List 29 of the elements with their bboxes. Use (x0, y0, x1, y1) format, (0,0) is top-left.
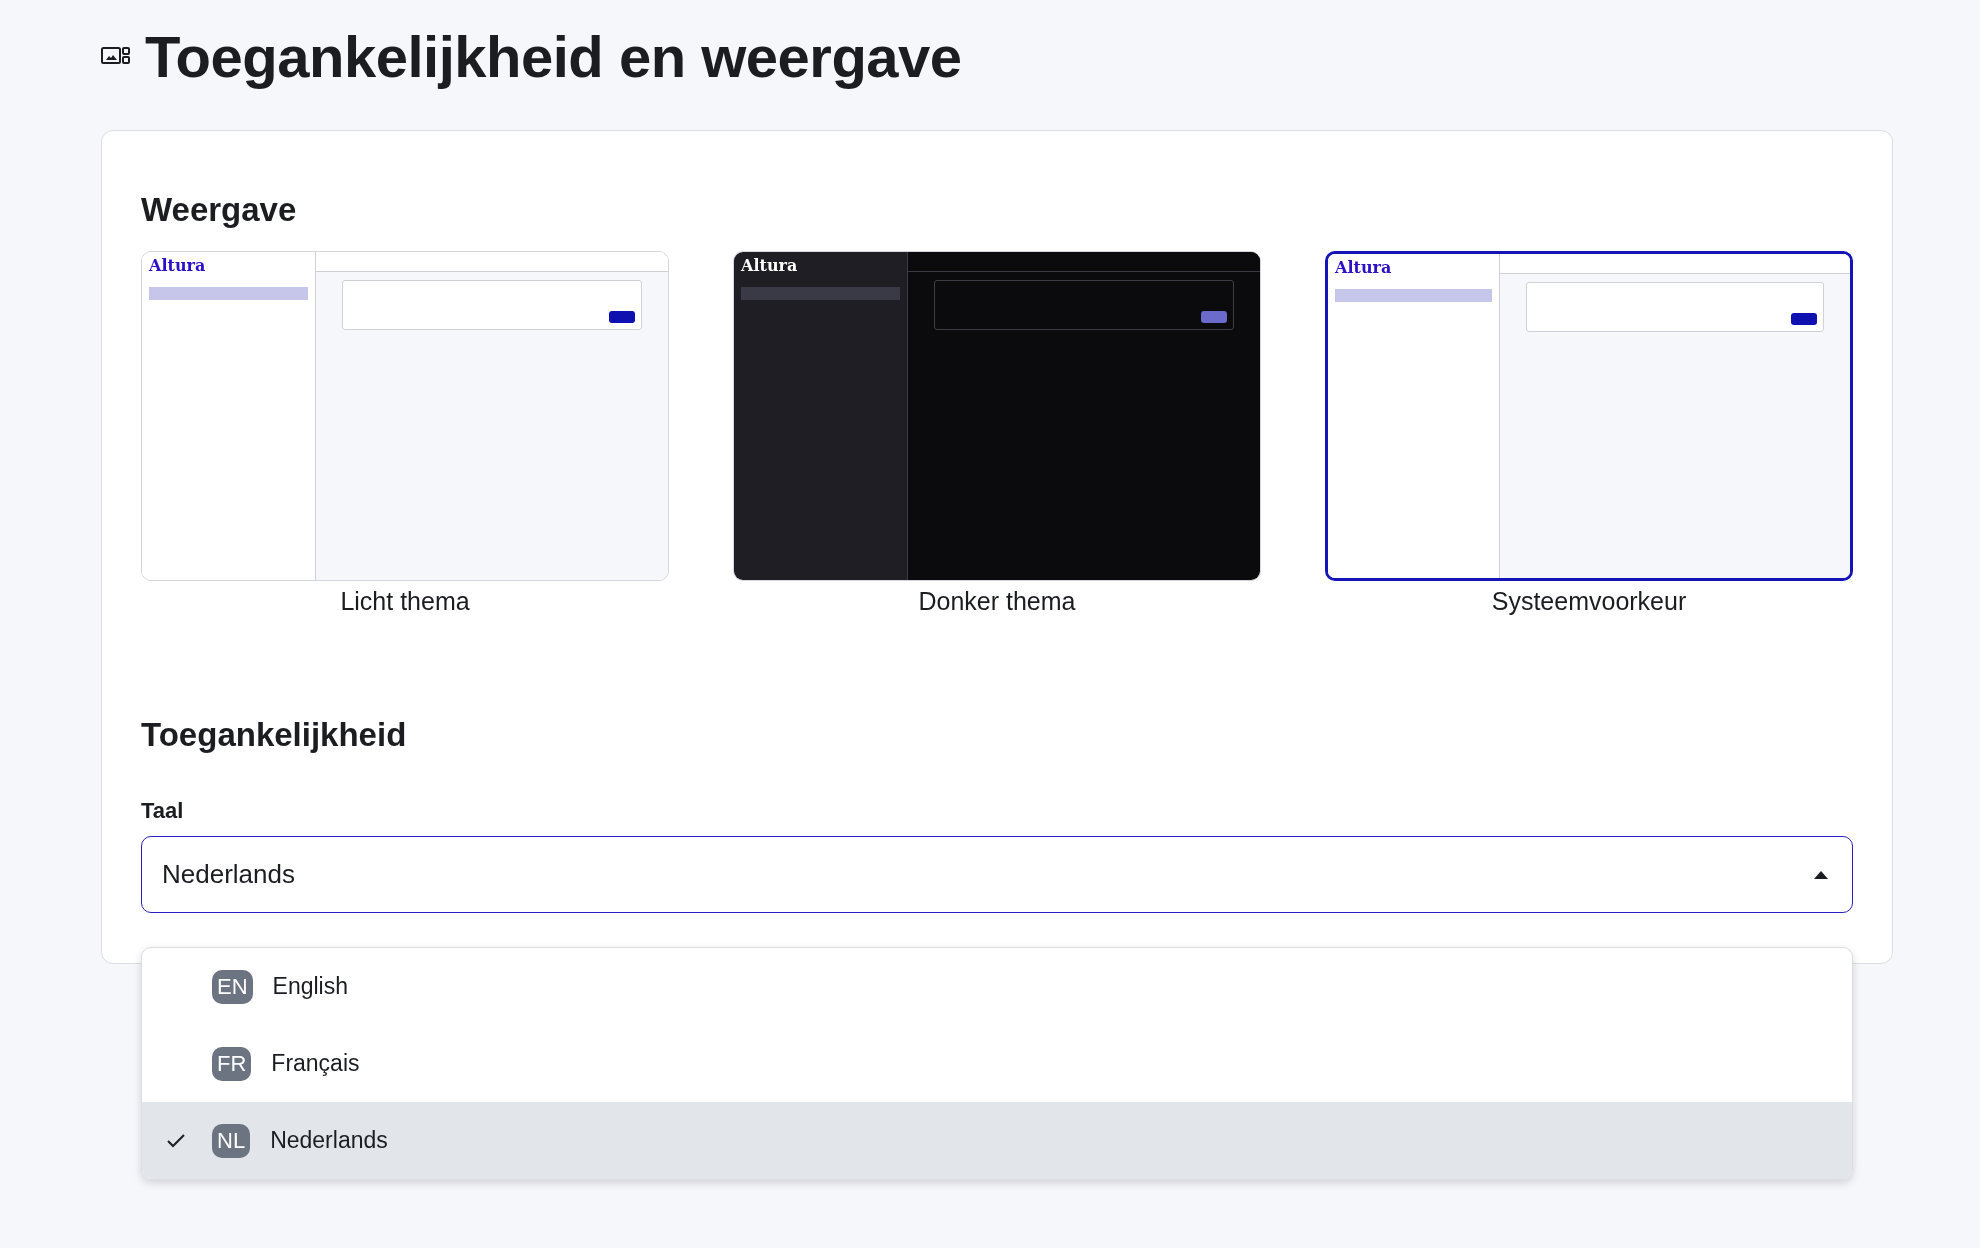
section-heading: Weergave (141, 191, 298, 229)
language-name: English (272, 973, 348, 1000)
preview-logo: Altura (149, 256, 207, 276)
language-option[interactable]: FR Français (142, 1025, 1852, 1102)
language-code-badge: FR (212, 1046, 252, 1081)
preview-button (1201, 311, 1227, 323)
theme-preview[interactable]: Altura (733, 251, 1261, 581)
theme-preview[interactable]: Altura (1325, 251, 1853, 581)
language-name: Français (271, 1050, 360, 1077)
preview-button (1791, 313, 1817, 325)
language-name: Nederlands (270, 1127, 388, 1154)
image-gallery-icon (101, 46, 131, 66)
check-icon (166, 1132, 186, 1149)
language-code-badge: NL (212, 1123, 251, 1158)
theme-label: Licht thema (340, 587, 470, 616)
preview-logo: Altura (741, 256, 799, 276)
language-select[interactable]: Nederlands (141, 836, 1853, 913)
section-heading: Toegankelijkheid (141, 716, 408, 754)
language-code-badge: EN (212, 969, 253, 1004)
page-title: Toegankelijkheid en weergave (145, 22, 962, 90)
theme-label: Donker thema (918, 587, 1076, 616)
preview-button (609, 311, 635, 323)
theme-label: Systeemvoorkeur (1491, 587, 1687, 616)
language-option[interactable]: EN English (142, 948, 1852, 1025)
language-option[interactable]: NL Nederlands (142, 1102, 1852, 1179)
caret-icon (1814, 870, 1828, 879)
theme-preview[interactable]: Altura (141, 251, 669, 581)
field-label: Taal (141, 798, 184, 824)
preview-logo: Altura (1335, 258, 1393, 278)
